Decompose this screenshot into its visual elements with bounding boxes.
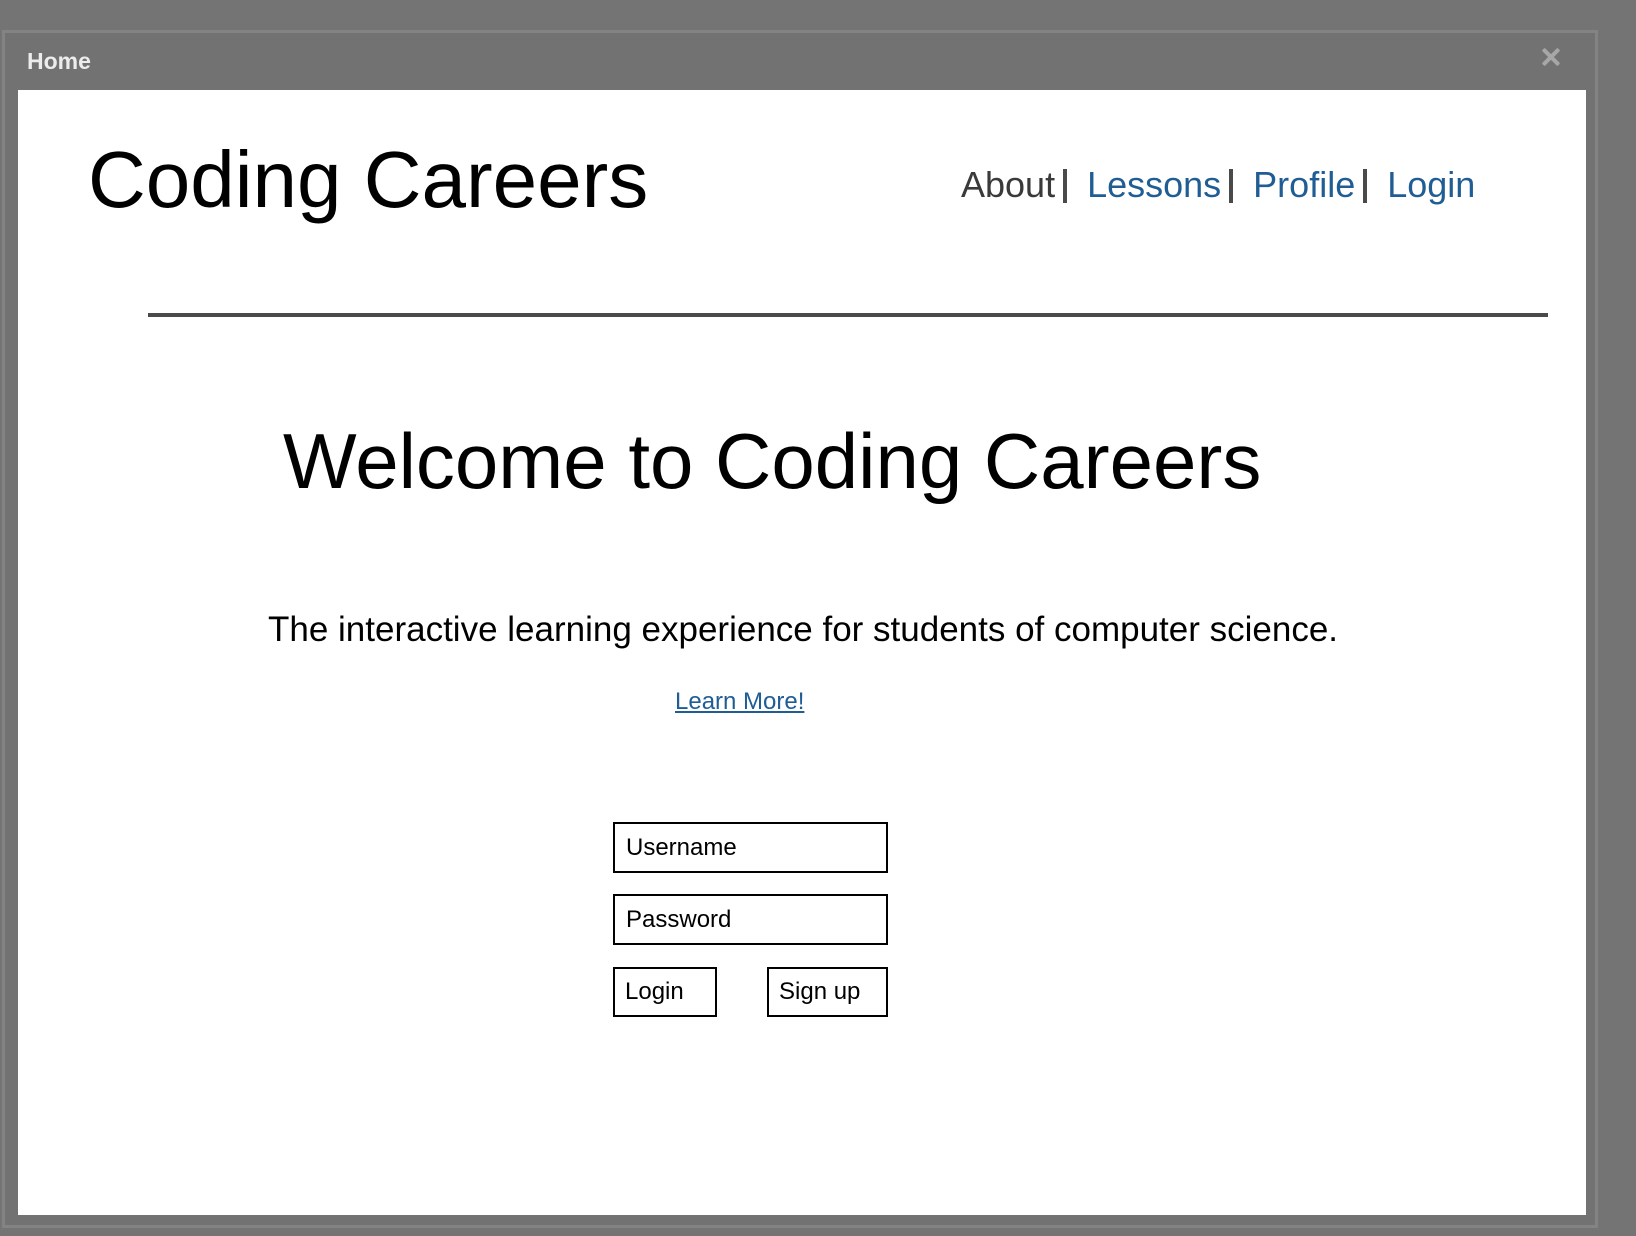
learn-more-link[interactable]: Learn More! xyxy=(675,690,804,714)
nav-link-profile[interactable]: Profile xyxy=(1253,164,1355,205)
signup-button[interactable]: Sign up xyxy=(767,967,888,1017)
title-bar[interactable]: Home xyxy=(5,33,1595,91)
password-input[interactable] xyxy=(613,894,888,945)
header-divider xyxy=(148,313,1548,317)
site-title: Coding Careers xyxy=(88,135,649,224)
nav-link-lessons[interactable]: Lessons xyxy=(1087,164,1221,205)
nav-separator xyxy=(1363,169,1368,203)
login-button[interactable]: Login xyxy=(613,967,717,1017)
main-nav: About Lessons Profile Login xyxy=(961,167,1475,203)
app-window: Home Coding Careers About Lessons Profile L… xyxy=(2,30,1598,1228)
tagline: The interactive learning experience for … xyxy=(268,610,1339,649)
window-title: Home xyxy=(27,48,91,74)
nav-link-login[interactable]: Login xyxy=(1387,164,1475,205)
page-content: Coding Careers About Lessons Profile Login … xyxy=(18,90,1586,1215)
nav-separator xyxy=(1063,169,1068,203)
close-icon[interactable] xyxy=(1535,41,1567,73)
nav-separator xyxy=(1229,169,1234,203)
nav-link-about[interactable]: About xyxy=(961,164,1055,205)
username-input[interactable] xyxy=(613,822,888,873)
welcome-heading-text: Welcome to Coding Careers xyxy=(283,417,1262,505)
